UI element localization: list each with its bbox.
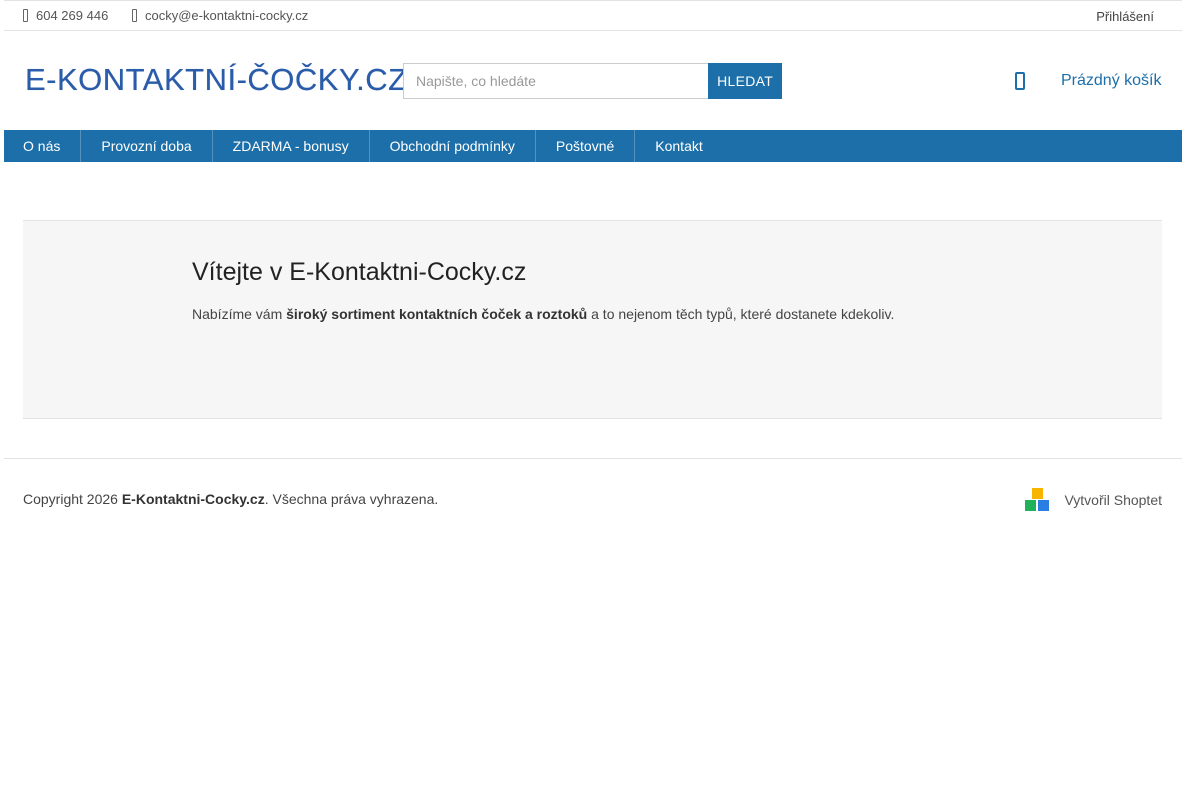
phone-icon: [23, 9, 28, 22]
login-link[interactable]: Přihlášení: [1096, 9, 1154, 24]
main-navigation: O nás Provozní doba ZDARMA - bonusy Obch…: [4, 130, 1182, 162]
shoptet-logo-icon: [1025, 488, 1050, 512]
email-contact[interactable]: cocky@e-kontaktni-cocky.cz: [132, 8, 308, 23]
nav-item-postovne[interactable]: Poštovné: [536, 130, 636, 162]
copyright-brand: E-Kontaktni-Cocky.cz: [121, 491, 265, 507]
email-address[interactable]: cocky@e-kontaktni-cocky.cz: [145, 8, 308, 23]
nav-item-o-nas[interactable]: O nás: [4, 130, 82, 162]
copyright: Copyright 2026 E-Kontaktni-Cocky.cz. Vše…: [23, 491, 438, 507]
welcome-text-end: a to nejenom těch typů, které dostanete …: [587, 306, 895, 322]
copyright-suffix: . Všechna práva vyhrazena.: [264, 491, 439, 507]
shoptet-logo-square-yellow: [1032, 488, 1044, 499]
nav-item-kontakt[interactable]: Kontakt: [635, 130, 722, 162]
nav-item-obchodni-podminky[interactable]: Obchodní podmínky: [370, 130, 536, 162]
cart-link[interactable]: Prázdný košík: [1061, 72, 1161, 90]
phone-contact[interactable]: 604 269 446: [23, 8, 108, 23]
welcome-text-highlight: široký sortiment kontaktních čoček a roz…: [286, 306, 588, 322]
footer-divider: [4, 458, 1182, 459]
phone-number[interactable]: 604 269 446: [36, 8, 108, 23]
search-form: HLEDAT: [403, 63, 782, 99]
shoptet-credit-label[interactable]: Vytvořil Shoptet: [1064, 492, 1162, 508]
nav-item-zdarma-bonusy[interactable]: ZDARMA - bonusy: [213, 130, 370, 162]
email-icon: [132, 9, 137, 22]
nav-item-provozni-doba[interactable]: Provozní doba: [81, 130, 213, 162]
shoptet-credit[interactable]: Vytvořil Shoptet: [1025, 488, 1162, 512]
cart-icon[interactable]: [1015, 72, 1025, 90]
site-logo[interactable]: E-KONTAKTNÍ-ČOČKY.CZ: [25, 62, 408, 98]
shoptet-logo-square-blue: [1038, 500, 1050, 511]
copyright-prefix: Copyright 2026: [23, 491, 122, 507]
welcome-text-start: Nabízíme vám: [192, 306, 287, 322]
top-bar: 604 269 446 cocky@e-kontaktni-cocky.cz P…: [4, 0, 1182, 31]
shoptet-logo-square-green: [1025, 500, 1037, 511]
welcome-text: Nabízíme vám široký sortiment kontaktníc…: [192, 306, 894, 322]
page-title: Vítejte v E-Kontaktni-Cocky.cz: [192, 258, 527, 286]
search-button[interactable]: HLEDAT: [708, 63, 782, 99]
search-input[interactable]: [403, 63, 709, 99]
